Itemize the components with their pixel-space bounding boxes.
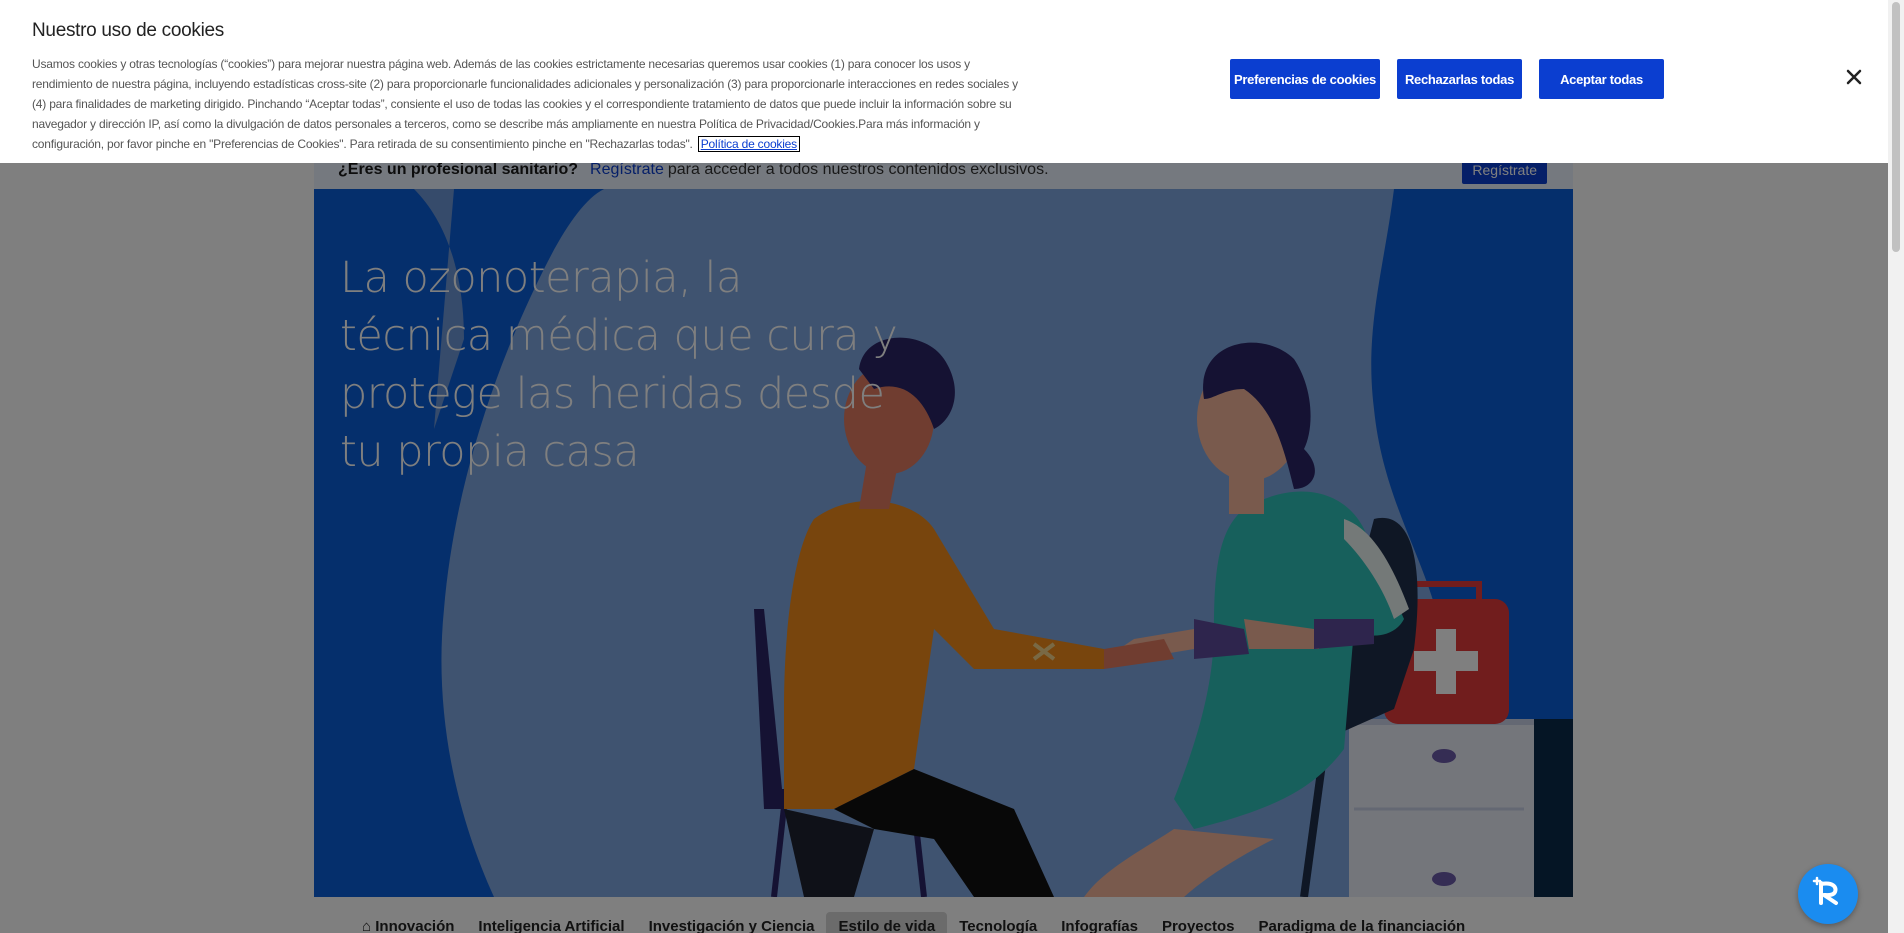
scrollbar[interactable] (1888, 0, 1904, 933)
cookie-description: Usamos cookies y otras tecnologías (“coo… (32, 54, 1022, 154)
cookie-title: Nuestro uso de cookies (32, 20, 224, 41)
scrollbar-thumb[interactable] (1892, 2, 1900, 252)
cookie-preferences-button[interactable]: Preferencias de cookies (1230, 59, 1380, 99)
cookie-policy-link[interactable]: Política de cookies (697, 136, 800, 152)
accessibility-widget-button[interactable] (1798, 864, 1858, 924)
close-icon[interactable] (1843, 66, 1865, 88)
accept-all-button[interactable]: Aceptar todas (1539, 59, 1664, 99)
accessibility-icon (1811, 875, 1845, 914)
cookie-body-text: Usamos cookies y otras tecnologías (“coo… (32, 57, 1018, 151)
reject-all-button[interactable]: Rechazarlas todas (1397, 59, 1522, 99)
cookie-banner: Nuestro uso de cookies Usamos cookies y … (0, 0, 1888, 163)
